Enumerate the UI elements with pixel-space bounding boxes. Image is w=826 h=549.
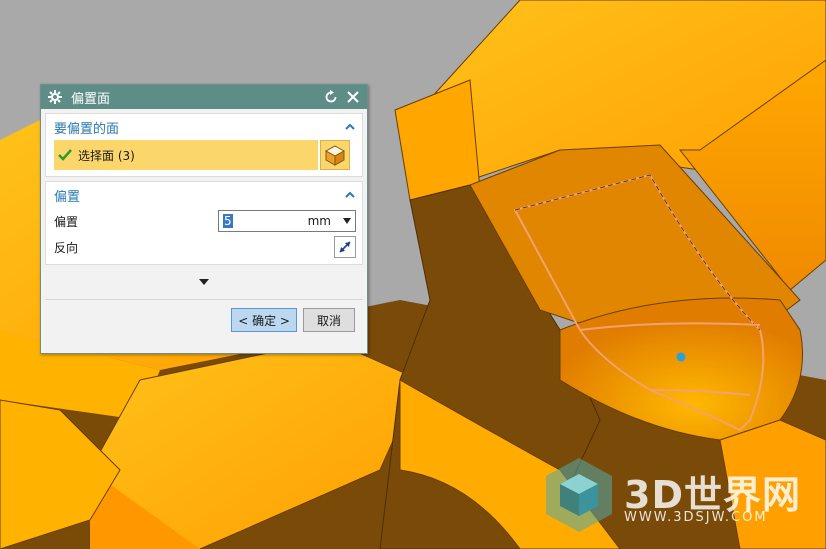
offset-field-row: 偏置 5 mm [46, 208, 362, 234]
offset-label: 偏置 [54, 214, 79, 229]
checkmark-icon [58, 149, 72, 161]
reverse-label: 反向 [54, 240, 79, 255]
chevron-up-icon[interactable] [344, 121, 356, 133]
faces-group-header[interactable]: 要偏置的面 [46, 114, 362, 140]
cube-select-icon [324, 145, 346, 166]
reverse-direction-icon [339, 241, 351, 253]
offset-unit: mm [307, 214, 331, 228]
offset-face-dialog: 偏置面 要偏置的面 选择面 (3) 偏置 偏置 5 mm 反向 < 确定 > 取… [40, 84, 368, 354]
faces-to-offset-group: 要偏置的面 选择面 (3) [45, 113, 363, 177]
offset-group-header[interactable]: 偏置 [46, 182, 362, 208]
cancel-button[interactable]: 取消 [303, 308, 355, 332]
dropdown-arrow-icon[interactable] [343, 218, 351, 224]
offset-value-input[interactable]: 5 mm [218, 210, 356, 232]
offset-group-title: 偏置 [54, 189, 81, 205]
reverse-row: 反向 [46, 234, 362, 260]
dialog-title: 偏置面 [71, 91, 111, 107]
reset-icon[interactable] [323, 89, 339, 105]
offset-value[interactable]: 5 [223, 214, 233, 228]
select-face-row[interactable]: 选择面 (3) [54, 140, 318, 170]
chevron-up-icon[interactable] [344, 189, 356, 201]
gear-icon[interactable] [47, 89, 63, 105]
dialog-titlebar[interactable]: 偏置面 [41, 85, 367, 109]
ok-button[interactable]: < 确定 > [231, 308, 297, 332]
reverse-direction-button[interactable] [334, 236, 356, 258]
expand-arrow-icon[interactable] [199, 279, 209, 285]
offset-group: 偏置 偏置 5 mm 反向 [45, 181, 363, 265]
select-face-label: 选择面 (3) [78, 148, 135, 163]
select-face-button[interactable] [320, 140, 350, 170]
more-options-toggle[interactable] [45, 265, 363, 300]
faces-group-title: 要偏置的面 [54, 121, 120, 137]
close-icon[interactable] [345, 89, 361, 105]
watermark: 3D世界网 WWW.3DSJW.COM [544, 456, 814, 536]
watermark-url: WWW.3DSJW.COM [624, 510, 768, 525]
watermark-logo-icon [546, 458, 612, 532]
